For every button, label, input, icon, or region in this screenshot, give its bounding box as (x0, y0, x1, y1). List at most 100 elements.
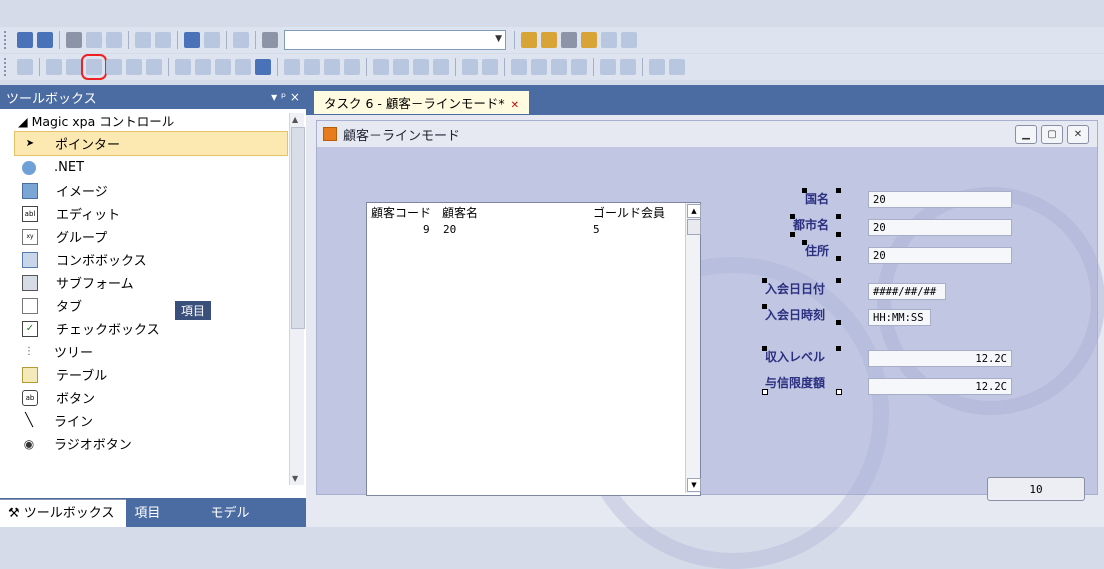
unlink-icon[interactable] (669, 59, 685, 75)
toolbox-item-line[interactable]: ╲ ライン (0, 409, 306, 432)
field-join-time[interactable]: HH:MM:SS (868, 309, 931, 326)
calendar-icon[interactable] (561, 32, 577, 48)
lock-controls-icon[interactable] (620, 59, 636, 75)
toolbox-item-edit[interactable]: abl エディット (0, 202, 306, 225)
toolbox-item-combobox[interactable]: コンボボックス (0, 248, 306, 271)
toolbox-item-group[interactable]: xy グループ (0, 225, 306, 248)
toolbox-item-subform[interactable]: サブフォーム (0, 271, 306, 294)
close-icon[interactable]: ✕ (511, 100, 519, 111)
toolbox-item-tab[interactable]: タブ (0, 294, 306, 317)
label-address[interactable]: 住所 (805, 242, 829, 259)
label-income-level[interactable]: 収入レベル (765, 348, 825, 365)
v-spacing-decrease-icon[interactable] (413, 59, 429, 75)
align-center-icon[interactable] (66, 59, 82, 75)
bring-front-icon[interactable] (511, 59, 527, 75)
send-back-icon[interactable] (531, 59, 547, 75)
scroll-up-icon[interactable]: ▲ (687, 204, 701, 218)
toolbox-item-tree[interactable]: ⋮ ツリー (0, 340, 306, 363)
scroll-down-icon[interactable]: ▼ (687, 478, 701, 492)
find-icon[interactable] (233, 32, 249, 48)
align-top-icon[interactable] (106, 59, 122, 75)
field-join-date[interactable]: ####/##/## (868, 283, 946, 300)
field-address[interactable]: 20 (868, 247, 1012, 264)
align-right-icon[interactable] (81, 54, 107, 80)
selection-handle[interactable] (790, 232, 795, 237)
size-to-fit-icon[interactable] (255, 59, 271, 75)
label-join-time[interactable]: 入会日時刻 (765, 306, 825, 323)
calculator-icon[interactable] (262, 32, 278, 48)
tools-icon[interactable] (541, 32, 557, 48)
selection-handle[interactable] (790, 214, 795, 219)
align-bottom-icon[interactable] (146, 59, 162, 75)
same-width-icon[interactable] (175, 59, 191, 75)
paste-icon[interactable] (106, 32, 122, 48)
selection-handle[interactable] (836, 278, 841, 283)
same-height-icon[interactable] (195, 59, 211, 75)
selection-handle[interactable] (762, 278, 767, 283)
toolbox-item-checkbox[interactable]: ✓ チェックボックス (0, 317, 306, 340)
save-icon[interactable] (17, 32, 33, 48)
selection-handle[interactable] (836, 346, 841, 351)
same-size-icon[interactable] (215, 59, 231, 75)
insert-line-icon[interactable] (135, 32, 151, 48)
close-icon[interactable]: ✕ (1067, 125, 1089, 144)
ungroup-controls-icon[interactable] (571, 59, 587, 75)
label-join-date[interactable]: 入会日日付 (765, 280, 825, 297)
align-grid-icon[interactable] (17, 59, 33, 75)
toolbox-item-pointer[interactable]: ➤ ポインター (14, 131, 288, 156)
toolbox-item-button[interactable]: ab ボタン (0, 386, 306, 409)
scrollbar-thumb[interactable] (291, 127, 305, 329)
selection-handle[interactable] (762, 346, 767, 351)
toolbar-combo[interactable]: ▼ (284, 30, 506, 50)
table-scrollbar[interactable]: ▲ ▼ (685, 203, 701, 493)
toolbox-item-table[interactable]: テーブル (0, 363, 306, 386)
v-spacing-remove-icon[interactable] (433, 59, 449, 75)
tab-models[interactable]: モデル (202, 500, 261, 527)
selection-handle[interactable] (836, 188, 841, 193)
toolbox-scrollbar[interactable]: ▲ ▼ (289, 113, 305, 485)
folder-icon[interactable] (581, 32, 597, 48)
field-country[interactable]: 20 (868, 191, 1012, 208)
edit-icon[interactable] (37, 32, 53, 48)
label-country[interactable]: 国名 (805, 190, 829, 207)
h-spacing-decrease-icon[interactable] (324, 59, 340, 75)
align-left-icon[interactable] (46, 59, 62, 75)
scroll-up-icon[interactable]: ▲ (292, 115, 298, 124)
field-city[interactable]: 20 (868, 219, 1012, 236)
properties-icon[interactable] (521, 32, 537, 48)
window-icon[interactable] (601, 32, 617, 48)
v-spacing-increase-icon[interactable] (393, 59, 409, 75)
maximize-icon[interactable]: ▢ (1041, 125, 1063, 144)
scrollbar-thumb[interactable] (687, 219, 701, 235)
field-income-level[interactable]: 12.2C (868, 350, 1012, 367)
toolbar-grip[interactable] (4, 31, 11, 49)
column-header[interactable]: ゴールド会員 (593, 204, 665, 221)
selection-handle[interactable] (802, 188, 807, 193)
undo-icon[interactable] (184, 32, 200, 48)
selection-handle[interactable] (802, 240, 807, 245)
selection-handle[interactable] (762, 304, 767, 309)
tab-items[interactable]: 項目 (126, 500, 172, 527)
center-horizontal-icon[interactable] (462, 59, 478, 75)
form-push-button[interactable]: 10 (987, 477, 1085, 501)
label-city[interactable]: 都市名 (793, 216, 829, 233)
toolbox-group-header[interactable]: ◢ Magic xpa コントロール (0, 109, 306, 131)
minimize-icon[interactable]: ▁ (1015, 125, 1037, 144)
tab-order-icon[interactable] (600, 59, 616, 75)
selection-handle[interactable] (762, 389, 768, 395)
selection-handle[interactable] (836, 389, 842, 395)
label-credit-limit[interactable]: 与信限度額 (765, 374, 825, 391)
toolbox-item-radio[interactable]: ◉ ラジオボタン (0, 432, 306, 455)
column-header[interactable]: 顧客コード (371, 204, 431, 221)
h-spacing-equal-icon[interactable] (284, 59, 300, 75)
more-icon[interactable] (621, 32, 637, 48)
selection-handle[interactable] (836, 256, 841, 261)
delete-line-icon[interactable] (155, 32, 171, 48)
size-to-grid-icon[interactable] (235, 59, 251, 75)
center-vertical-icon[interactable] (482, 59, 498, 75)
column-header[interactable]: 顧客名 (442, 204, 478, 221)
h-spacing-increase-icon[interactable] (304, 59, 320, 75)
toolbox-pin-controls[interactable]: ▾ ᵖ × (271, 90, 300, 104)
table-control[interactable]: 顧客コード 顧客名 ゴールド会員 9 20 5 ▲ ▼ (366, 202, 701, 496)
tab-task6[interactable]: タスク 6 - 顧客－ラインモード* ✕ (314, 91, 530, 114)
